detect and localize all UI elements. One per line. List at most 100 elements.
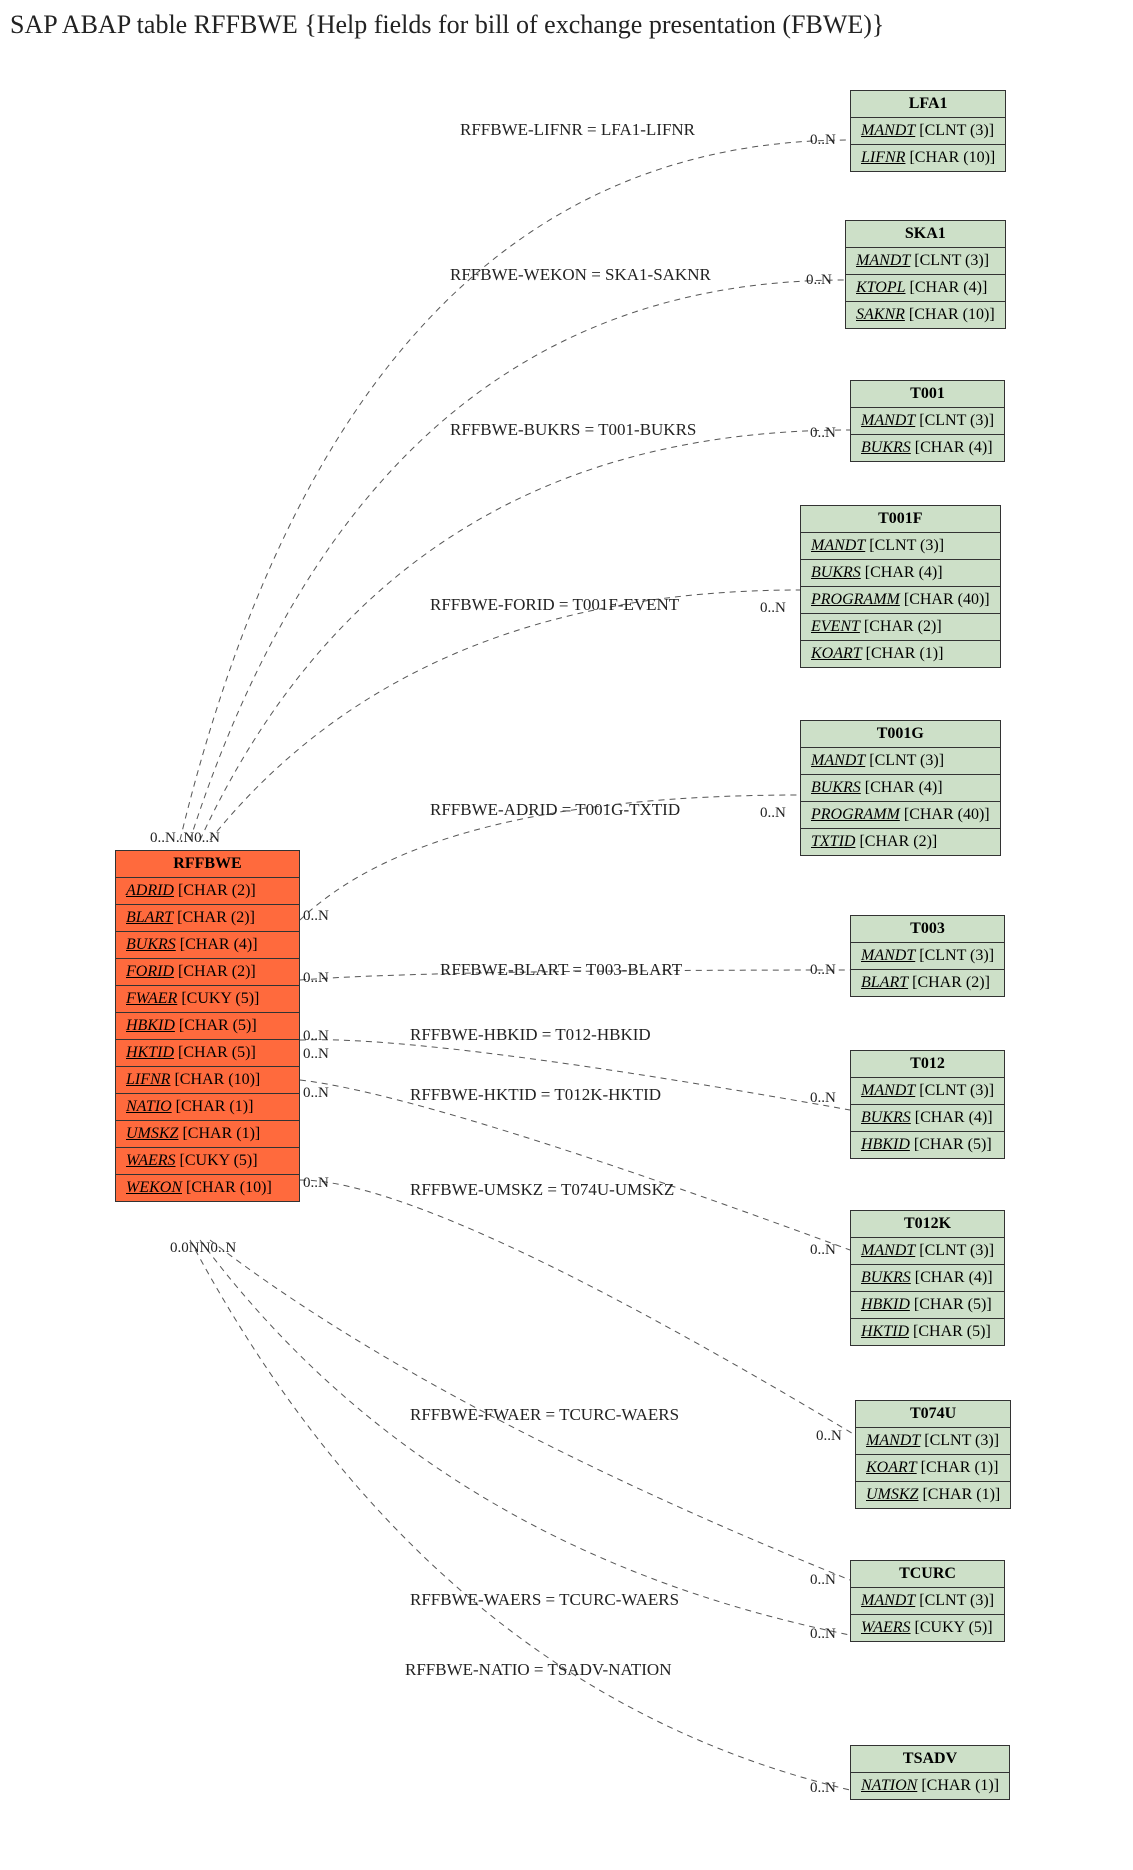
field-type: [CLNT (3)]: [924, 1432, 999, 1449]
cardinality-label: 0..N: [806, 272, 832, 289]
entity-t001: T001 MANDT [CLNT (3)] BUKRS [CHAR (4)]: [850, 380, 1005, 462]
field-row: WAERS [CUKY (5)]: [116, 1148, 299, 1175]
field-row: FWAER [CUKY (5)]: [116, 986, 299, 1013]
field-name: HKTID: [126, 1044, 174, 1061]
field-type: [CHAR (4)]: [910, 279, 988, 296]
cardinality-label: 0..N: [810, 1626, 836, 1643]
cardinality-label: 0..N: [303, 1175, 329, 1192]
entity-header: RFFBWE: [116, 851, 299, 878]
field-type: [CHAR (5)]: [179, 1017, 257, 1034]
field-name: MANDT: [861, 1082, 915, 1099]
cardinality-label: 0..N: [303, 1085, 329, 1102]
cardinality-label: 0..N: [303, 908, 329, 925]
field-type: [CHAR (10)]: [909, 149, 995, 166]
cardinality-label: 0..N: [810, 962, 836, 979]
field-row: BUKRS [CHAR (4)]: [851, 1265, 1004, 1292]
field-name: HBKID: [861, 1296, 910, 1313]
cardinality-label: 0..N: [810, 425, 836, 442]
field-row: BLART [CHAR (2)]: [116, 905, 299, 932]
field-row: WEKON [CHAR (10)]: [116, 1175, 299, 1201]
field-name: LIFNR: [126, 1071, 170, 1088]
entity-tsadv: TSADV NATION [CHAR (1)]: [850, 1745, 1010, 1800]
relation-label: RFFBWE-FWAER = TCURC-WAERS: [410, 1405, 679, 1425]
field-name: BUKRS: [811, 564, 861, 581]
entity-header: T003: [851, 916, 1004, 943]
field-row: KTOPL [CHAR (4)]: [846, 275, 1005, 302]
field-name: PROGRAMM: [811, 591, 900, 608]
field-name: MANDT: [811, 537, 865, 554]
cardinality-cluster: 0..N..N0..N: [150, 830, 220, 847]
field-row: BLART [CHAR (2)]: [851, 970, 1004, 996]
field-type: [CHAR (4)]: [915, 439, 993, 456]
field-type: [CHAR (2)]: [178, 963, 256, 980]
field-row: MANDT [CLNT (3)]: [851, 943, 1004, 970]
field-name: MANDT: [856, 252, 910, 269]
field-type: [CLNT (3)]: [919, 1592, 994, 1609]
relation-label: RFFBWE-WAERS = TCURC-WAERS: [410, 1590, 679, 1610]
field-row: BUKRS [CHAR (4)]: [851, 1105, 1004, 1132]
entity-header: TSADV: [851, 1746, 1009, 1773]
field-name: MANDT: [861, 947, 915, 964]
field-type: [CHAR (10)]: [174, 1071, 260, 1088]
entity-rffbwe: RFFBWE ADRID [CHAR (2)] BLART [CHAR (2)]…: [115, 850, 300, 1202]
field-type: [CHAR (1)]: [922, 1486, 1000, 1503]
field-name: KTOPL: [856, 279, 906, 296]
relation-label: RFFBWE-BLART = T003-BLART: [440, 960, 682, 980]
page-title: SAP ABAP table RFFBWE {Help fields for b…: [10, 10, 1133, 40]
field-name: WAERS: [861, 1619, 911, 1636]
cardinality-label: 0..N: [810, 1572, 836, 1589]
cardinality-label: 0..N: [810, 1242, 836, 1259]
cardinality-label: 0..N: [760, 600, 786, 617]
entity-header: T012K: [851, 1211, 1004, 1238]
cardinality-label: 0..N: [303, 1028, 329, 1045]
field-name: HKTID: [861, 1323, 909, 1340]
field-row: MANDT [CLNT (3)]: [846, 248, 1005, 275]
field-name: MANDT: [861, 1242, 915, 1259]
field-name: TXTID: [811, 833, 855, 850]
field-type: [CHAR (2)]: [912, 974, 990, 991]
field-type: [CLNT (3)]: [914, 252, 989, 269]
field-type: [CLNT (3)]: [869, 752, 944, 769]
entity-t001g: T001G MANDT [CLNT (3)] BUKRS [CHAR (4)] …: [800, 720, 1001, 856]
field-type: [CHAR (5)]: [914, 1136, 992, 1153]
field-type: [CUKY (5)]: [915, 1619, 993, 1636]
field-type: [CHAR (4)]: [865, 779, 943, 796]
field-name: BLART: [861, 974, 908, 991]
field-row: PROGRAMM [CHAR (40)]: [801, 802, 1000, 829]
entity-header: TCURC: [851, 1561, 1004, 1588]
field-row: ADRID [CHAR (2)]: [116, 878, 299, 905]
cardinality-label: 0..N: [810, 132, 836, 149]
field-name: WEKON: [126, 1179, 182, 1196]
field-row: HBKID [CHAR (5)]: [851, 1132, 1004, 1158]
field-name: LIFNR: [861, 149, 905, 166]
field-row: UMSKZ [CHAR (1)]: [856, 1482, 1010, 1508]
field-name: MANDT: [866, 1432, 920, 1449]
field-row: LIFNR [CHAR (10)]: [116, 1067, 299, 1094]
field-row: KOART [CHAR (1)]: [856, 1455, 1010, 1482]
field-type: [CUKY (5)]: [180, 1152, 258, 1169]
relation-label: RFFBWE-NATIO = TSADV-NATION: [405, 1660, 672, 1680]
field-row: MANDT [CLNT (3)]: [851, 118, 1005, 145]
field-row: BUKRS [CHAR (4)]: [801, 775, 1000, 802]
field-type: [CHAR (4)]: [865, 564, 943, 581]
field-name: UMSKZ: [866, 1486, 918, 1503]
field-type: [CLNT (3)]: [869, 537, 944, 554]
field-type: [CHAR (40)]: [904, 806, 990, 823]
field-name: BUKRS: [861, 1269, 911, 1286]
entity-t012k: T012K MANDT [CLNT (3)] BUKRS [CHAR (4)] …: [850, 1210, 1005, 1346]
field-type: [CHAR (4)]: [915, 1109, 993, 1126]
field-row: MANDT [CLNT (3)]: [851, 1588, 1004, 1615]
field-type: [CHAR (1)]: [921, 1459, 999, 1476]
relation-label: RFFBWE-HBKID = T012-HBKID: [410, 1025, 651, 1045]
field-type: [CHAR (1)]: [182, 1125, 260, 1142]
entity-ska1: SKA1 MANDT [CLNT (3)] KTOPL [CHAR (4)] S…: [845, 220, 1006, 329]
field-name: NATIO: [126, 1098, 172, 1115]
relation-label: RFFBWE-ADRID = T001G-TXTID: [430, 800, 680, 820]
field-name: BUKRS: [126, 936, 176, 953]
field-row: BUKRS [CHAR (4)]: [851, 435, 1004, 461]
field-type: [CHAR (1)]: [176, 1098, 254, 1115]
field-row: MANDT [CLNT (3)]: [851, 1238, 1004, 1265]
field-type: [CLNT (3)]: [919, 947, 994, 964]
field-row: NATION [CHAR (1)]: [851, 1773, 1009, 1799]
field-row: UMSKZ [CHAR (1)]: [116, 1121, 299, 1148]
